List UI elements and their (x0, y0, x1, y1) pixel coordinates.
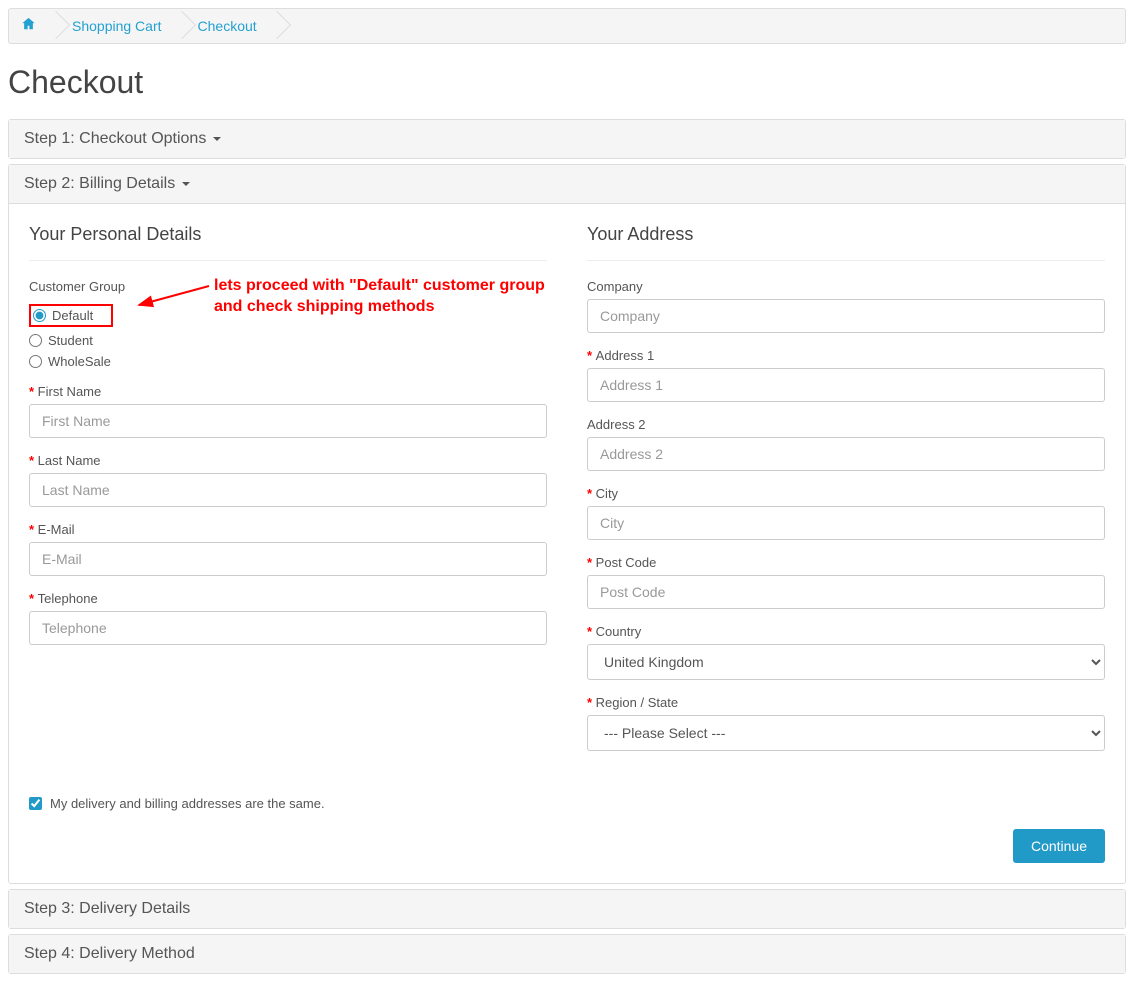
radio-wholesale[interactable] (29, 355, 42, 368)
panel-heading-step-3[interactable]: Step 3: Delivery Details (9, 890, 1125, 928)
customer-group-label: Customer Group (29, 279, 547, 294)
caret-down-icon (182, 182, 190, 186)
personal-details-heading: Your Personal Details (29, 224, 547, 245)
breadcrumb-checkout[interactable]: Checkout (198, 18, 257, 34)
panel-heading-step-2[interactable]: Step 2: Billing Details (9, 165, 1125, 204)
panel-heading-step-1[interactable]: Step 1: Checkout Options (9, 120, 1125, 158)
first-name-input[interactable] (29, 404, 547, 438)
region-select[interactable]: --- Please Select --- (587, 715, 1105, 751)
radio-student[interactable] (29, 334, 42, 347)
panel-step-4: Step 4: Delivery Method (8, 934, 1126, 974)
same-address-label[interactable]: My delivery and billing addresses are th… (50, 796, 325, 811)
panel-step-2: Step 2: Billing Details Your Personal De… (8, 164, 1126, 884)
postcode-label: Post Code (587, 555, 1105, 570)
caret-down-icon (213, 137, 221, 141)
personal-details-column: Your Personal Details Customer Group let… (29, 224, 547, 766)
customer-group-radios: Default Student WholeSale (29, 304, 547, 369)
last-name-label: Last Name (29, 453, 547, 468)
country-select[interactable]: United Kingdom (587, 644, 1105, 680)
telephone-label: Telephone (29, 591, 547, 606)
panel-title-step-1: Step 1: Checkout Options (24, 130, 211, 147)
email-label: E-Mail (29, 522, 547, 537)
address-heading: Your Address (587, 224, 1105, 245)
postcode-input[interactable] (587, 575, 1105, 609)
breadcrumb-shopping-cart[interactable]: Shopping Cart (72, 18, 162, 34)
panel-step-3: Step 3: Delivery Details (8, 889, 1126, 929)
panel-title-step-4: Step 4: Delivery Method (24, 945, 195, 962)
annotation-highlight-box: Default (29, 304, 113, 327)
telephone-input[interactable] (29, 611, 547, 645)
radio-wholesale-label[interactable]: WholeSale (48, 354, 111, 369)
panel-step-1: Step 1: Checkout Options (8, 119, 1126, 159)
panel-heading-step-4[interactable]: Step 4: Delivery Method (9, 935, 1125, 973)
address-column: Your Address Company Address 1 Address 2 (587, 224, 1105, 766)
page-title: Checkout (8, 64, 1126, 101)
city-label: City (587, 486, 1105, 501)
address1-input[interactable] (587, 368, 1105, 402)
home-icon (21, 18, 36, 35)
address1-label: Address 1 (587, 348, 1105, 363)
radio-student-label[interactable]: Student (48, 333, 93, 348)
region-label: Region / State (587, 695, 1105, 710)
panel-title-step-2: Step 2: Billing Details (24, 175, 180, 192)
same-address-checkbox[interactable] (29, 797, 42, 810)
company-label: Company (587, 279, 1105, 294)
email-input[interactable] (29, 542, 547, 576)
panel-title-step-3: Step 3: Delivery Details (24, 900, 190, 917)
last-name-input[interactable] (29, 473, 547, 507)
radio-default-label[interactable]: Default (52, 308, 93, 323)
company-input[interactable] (587, 299, 1105, 333)
radio-default[interactable] (33, 309, 46, 322)
first-name-label: First Name (29, 384, 547, 399)
country-label: Country (587, 624, 1105, 639)
address2-input[interactable] (587, 437, 1105, 471)
city-input[interactable] (587, 506, 1105, 540)
address2-label: Address 2 (587, 417, 1105, 432)
breadcrumb: Shopping Cart Checkout (8, 8, 1126, 44)
continue-button[interactable]: Continue (1013, 829, 1105, 863)
breadcrumb-home[interactable] (21, 17, 36, 35)
